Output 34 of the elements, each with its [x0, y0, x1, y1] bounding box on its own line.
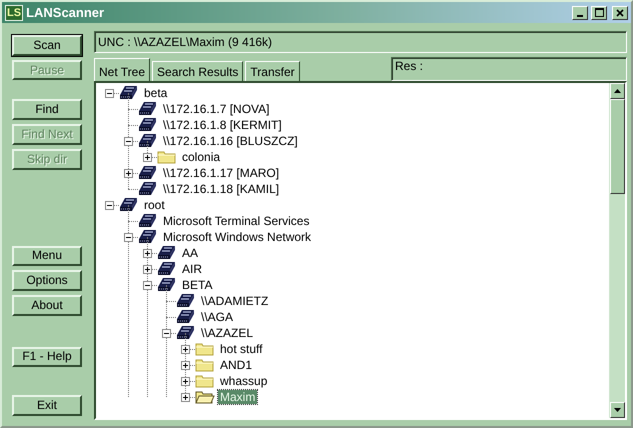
button[interactable]: About — [12, 294, 82, 316]
tree-item[interactable]: \\172.16.1.8 [KERMIT] — [161, 118, 284, 132]
button[interactable]: Find — [12, 99, 82, 120]
tree-item[interactable]: \\172.16.1.18 [KAMIL] — [161, 182, 282, 196]
path-field: UNC : \\AZAZEL\Maxim (9 416k) — [94, 31, 627, 53]
tree-item[interactable]: Microsoft Windows Network — [161, 230, 314, 244]
tree-item[interactable]: beta — [142, 86, 170, 100]
tree-item[interactable]: BETA — [180, 278, 214, 292]
window-title: LANScanner — [26, 4, 104, 22]
tree-item[interactable]: \\AGA — [199, 310, 236, 324]
app-logo: LS — [5, 4, 24, 20]
result-field: Res : — [391, 57, 627, 81]
tree-item[interactable]: \\172.16.1.7 [NOVA] — [161, 102, 272, 116]
tree-item[interactable]: whassup — [218, 374, 270, 388]
tree-item[interactable]: root — [142, 198, 167, 212]
tree-item[interactable]: colonia — [180, 150, 222, 164]
tree-item[interactable]: \\172.16.1.17 [MARO] — [161, 166, 282, 180]
tree-item[interactable]: \\AZAZEL — [199, 326, 256, 340]
button[interactable]: Options — [12, 270, 82, 291]
tab[interactable]: Net Tree — [94, 58, 150, 81]
tree-item[interactable]: AA — [180, 246, 200, 260]
button[interactable]: Exit — [12, 395, 82, 416]
tree-item[interactable]: \\ADAMIETZ — [199, 294, 270, 308]
button[interactable]: Scan — [12, 35, 82, 56]
button[interactable]: F1 - Help — [12, 346, 82, 368]
tree-item[interactable]: \\172.16.1.16 [BLUSZCZ] — [161, 134, 300, 148]
button[interactable]: Menu — [12, 246, 82, 266]
tab[interactable]: Search Results — [152, 61, 244, 81]
tree-item[interactable]: Microsoft Terminal Services — [161, 214, 312, 228]
tree-item[interactable]: hot stuff — [218, 342, 264, 356]
tree-item[interactable]: AIR — [180, 262, 204, 276]
tree-item[interactable]: Maxim — [218, 390, 258, 404]
tab[interactable]: Transfer — [245, 61, 300, 81]
tree-item[interactable]: AND1 — [218, 358, 254, 372]
